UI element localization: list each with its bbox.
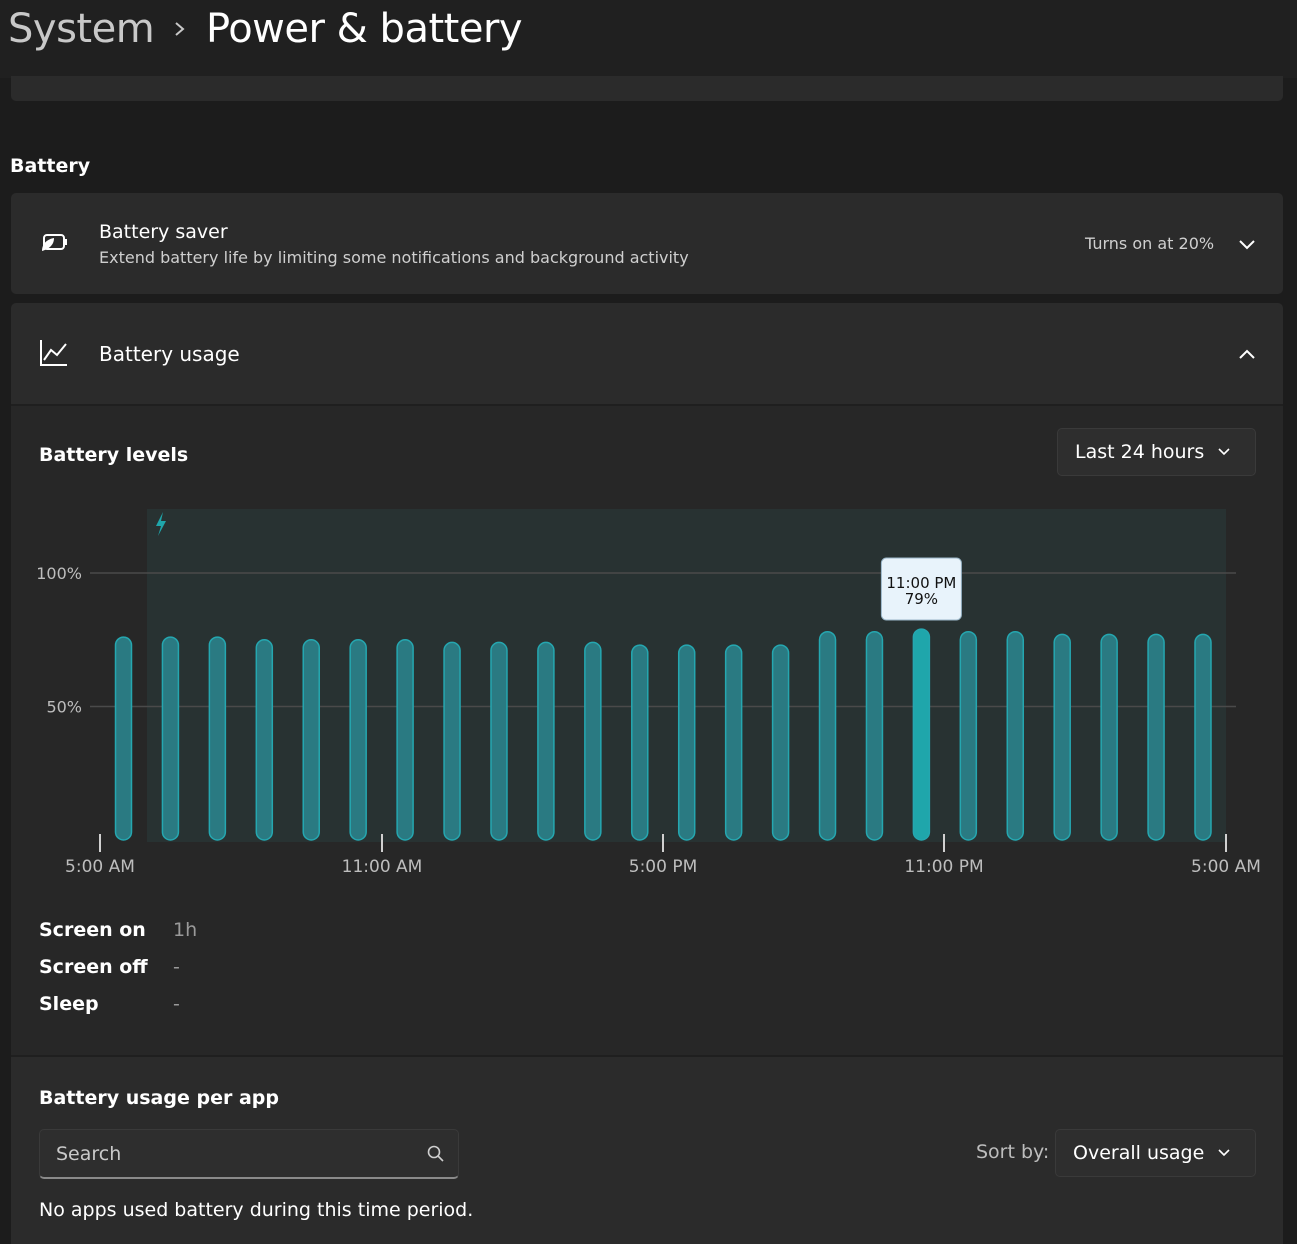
chart-bar [677, 644, 696, 841]
sort-by-label: Sort by: [976, 1141, 1050, 1163]
chart-bar [537, 641, 555, 841]
chart-bar [818, 630, 837, 841]
search-placeholder: Search [56, 1143, 122, 1165]
chart-bar [771, 644, 790, 841]
empty-message: No apps used battery during this time pe… [39, 1199, 474, 1221]
x-tick-label: 11:00 PM [904, 857, 983, 877]
x-tick-label: 5:00 AM [65, 857, 135, 877]
chart-bar [302, 639, 320, 841]
y-tick-label: 50% [46, 698, 82, 717]
sleep-label: Sleep [39, 993, 99, 1015]
chart-bar [959, 630, 978, 841]
chevron-down-icon [1218, 1149, 1230, 1157]
sort-value: Overall usage [1073, 1142, 1205, 1164]
x-tick-label: 11:00 AM [342, 857, 423, 877]
chart-bar [490, 641, 508, 841]
y-tick-label: 100% [36, 564, 82, 583]
chart-bar [349, 639, 367, 841]
chart-bar [865, 630, 884, 841]
chart-bar [724, 644, 743, 841]
search-input[interactable]: Search [39, 1129, 459, 1179]
chart-bar [1100, 633, 1118, 841]
chart-bar [114, 636, 133, 841]
chart-bar [584, 641, 602, 841]
per-app-title: Battery usage per app [39, 1087, 279, 1109]
chart-bar [208, 636, 227, 841]
search-icon[interactable] [426, 1144, 446, 1164]
battery-levels-chart: 100% 50% 5:00 AM 11:00 AM 5:00 PM 11:00 PM 5:0… [36, 509, 1261, 877]
chart-bar [396, 639, 414, 841]
sort-dropdown[interactable]: Overall usage [1055, 1129, 1256, 1177]
chart-bar [912, 628, 931, 841]
chart-bar [1147, 633, 1165, 841]
screen-off-value: - [173, 956, 180, 978]
screen-on-value: 1h [173, 919, 198, 941]
screen-on-label: Screen on [39, 919, 146, 941]
chart-bar [1053, 633, 1071, 841]
screen-off-label: Screen off [39, 956, 148, 978]
sleep-value: - [173, 993, 180, 1015]
chart-bar [161, 636, 180, 841]
divider [11, 1055, 1283, 1057]
chart-bar [631, 644, 649, 841]
chart-bar [1006, 630, 1025, 841]
x-tick-label: 5:00 PM [629, 857, 698, 877]
tooltip-value: 79% [905, 590, 938, 608]
chart-bar [1194, 633, 1212, 841]
chart-bar [443, 641, 461, 841]
x-tick-label: 5:00 AM [1191, 857, 1261, 877]
chart-bar [255, 639, 274, 841]
